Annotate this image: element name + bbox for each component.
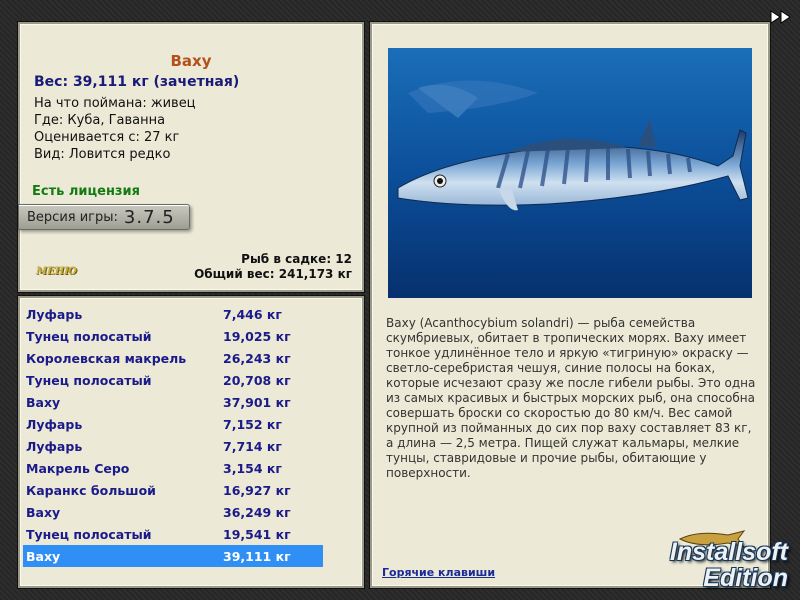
- catch-row[interactable]: Ваху 36,249 кг: [23, 501, 323, 523]
- catch-row-weight: 19,541 кг: [223, 526, 291, 542]
- catch-row[interactable]: Луфарь 7,714 кг: [23, 435, 323, 457]
- catch-row-name: Луфарь: [26, 416, 83, 432]
- version-label: Версия игры:: [27, 209, 118, 225]
- catch-row-weight: 19,025 кг: [223, 328, 291, 344]
- catch-row-name: Ваху: [26, 504, 61, 520]
- location-text: Где: Куба, Гаванна: [34, 113, 166, 128]
- total-weight: Общий вес: 241,173 кг: [194, 267, 352, 281]
- catch-row-weight: 37,901 кг: [223, 394, 291, 410]
- catch-row-weight: 20,708 кг: [223, 372, 291, 388]
- rarity-text: Вид: Ловится редко: [34, 147, 171, 162]
- catch-row-weight: 7,152 кг: [223, 416, 282, 432]
- catch-row-name: Ваху: [26, 548, 61, 564]
- watermark-line1: Installsoft: [669, 538, 788, 566]
- catch-row[interactable]: Луфарь 7,152 кг: [23, 413, 323, 435]
- catch-row[interactable]: Макрель Серо 3,154 кг: [23, 457, 323, 479]
- catch-row-name: Ваху: [26, 394, 61, 410]
- catch-row[interactable]: Ваху 37,901 кг: [23, 391, 323, 413]
- catch-row[interactable]: Тунец полосатый 20,708 кг: [23, 369, 323, 391]
- hotkeys-link[interactable]: Горячие клавиши: [382, 566, 495, 579]
- catch-row-name: Луфарь: [26, 306, 83, 322]
- catch-row-weight: 36,249 кг: [223, 504, 291, 520]
- catch-row[interactable]: Тунец полосатый 19,541 кг: [23, 523, 323, 545]
- fish-weight: Вес: 39,111 кг (зачетная): [34, 74, 240, 90]
- fish-count: Рыб в садке: 12: [241, 252, 352, 266]
- fish-photo: [388, 48, 752, 298]
- catch-row-weight: 3,154 кг: [223, 460, 282, 476]
- installsoft-watermark: Installsoft Edition: [628, 530, 788, 594]
- catch-row-name: Тунец полосатый: [26, 526, 152, 542]
- catch-row-weight: 7,446 кг: [223, 306, 282, 322]
- version-badge: Версия игры: 3.7.5: [18, 204, 190, 230]
- fish-description: Ваху (Acanthocybium solandri) — рыба сем…: [386, 316, 756, 480]
- catch-row-name: Каранкс большой: [26, 482, 156, 498]
- catch-row-name: Тунец полосатый: [26, 372, 152, 388]
- version-number: 3.7.5: [123, 206, 175, 228]
- description-panel: Ваху (Acanthocybium solandri) — рыба сем…: [370, 22, 770, 588]
- catch-row[interactable]: Тунец полосатый 19,025 кг: [23, 325, 323, 347]
- fish-name: Ваху: [170, 52, 212, 70]
- valued-from-text: Оценивается с: 27 кг: [34, 130, 180, 145]
- fish-info-panel: Ваху Вес: 39,111 кг (зачетная) На что по…: [18, 22, 364, 292]
- catch-row[interactable]: Луфарь 7,446 кг: [23, 303, 323, 325]
- catch-row[interactable]: Каранкс большой 16,927 кг: [23, 479, 323, 501]
- caught-on-text: На что поймана: живец: [34, 96, 196, 111]
- next-arrow-icon[interactable]: [770, 9, 792, 28]
- watermark-line2: Edition: [703, 564, 788, 592]
- catch-list: Луфарь 7,446 кг Тунец полосатый 19,025 кг Ко…: [23, 303, 323, 567]
- catch-row-name: Макрель Серо: [26, 460, 130, 476]
- catch-row-weight: 7,714 кг: [223, 438, 282, 454]
- catch-row[interactable]: Ваху 39,111 кг: [23, 545, 323, 567]
- catch-row[interactable]: Королевская макрель 26,243 кг: [23, 347, 323, 369]
- license-status: Есть лицензия: [32, 184, 140, 199]
- catch-list-panel: Луфарь 7,446 кг Тунец полосатый 19,025 кг Ко…: [18, 296, 364, 588]
- catch-row-weight: 39,111 кг: [223, 548, 291, 564]
- catch-row-weight: 26,243 кг: [223, 350, 291, 366]
- catch-row-name: Королевская макрель: [26, 350, 187, 366]
- catch-row-name: Луфарь: [26, 438, 83, 454]
- catch-row-weight: 16,927 кг: [223, 482, 291, 498]
- menu-button[interactable]: МЕНЮ: [36, 266, 77, 277]
- catch-row-name: Тунец полосатый: [26, 328, 152, 344]
